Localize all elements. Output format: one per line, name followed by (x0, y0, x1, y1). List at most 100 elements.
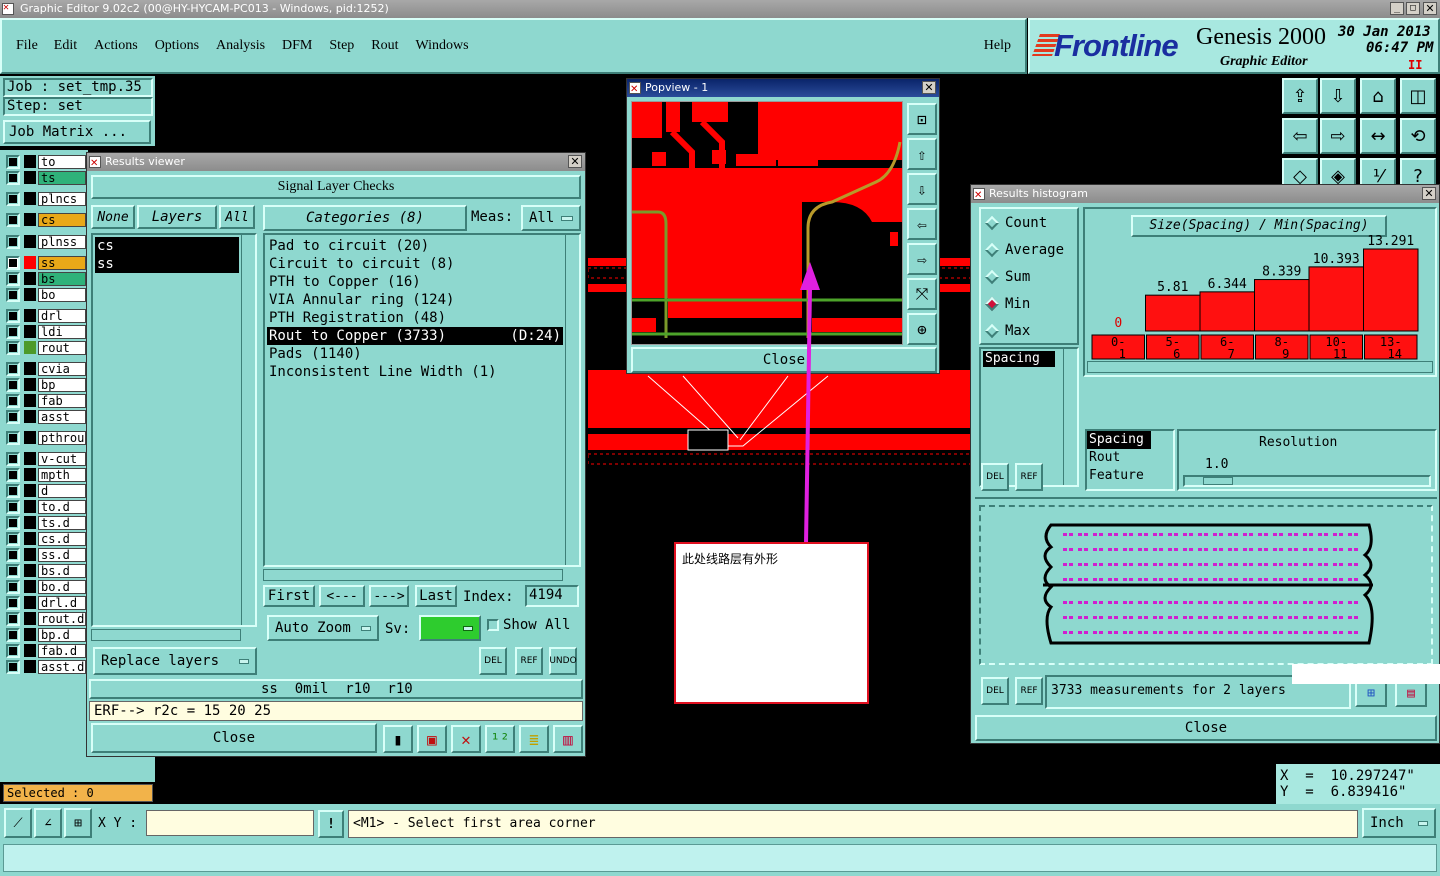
layer-row-plncs[interactable]: plncs (6, 191, 86, 206)
category-list-hscroll[interactable] (263, 569, 563, 581)
next-button[interactable]: ---> (369, 585, 409, 607)
layer-checkbox[interactable] (6, 547, 20, 562)
report-icon[interactable]: ≣ (519, 725, 549, 753)
layer-row-ss[interactable]: ss (6, 255, 86, 270)
layer-row-asst[interactable]: asst (6, 409, 86, 424)
layer-row-fab[interactable]: fab (6, 393, 86, 408)
zoom-fit-icon[interactable]: ⤧ (907, 278, 937, 310)
layer-row-ts.d[interactable]: ts.d (6, 515, 86, 530)
layer-row-bs.d[interactable]: bs.d (6, 563, 86, 578)
maximize-button[interactable]: □ (1406, 2, 1420, 15)
layer-row-rout.d[interactable]: rout.d (6, 611, 86, 626)
property-item[interactable]: Spacing (1087, 431, 1151, 449)
histogram-list-vscroll[interactable] (1063, 349, 1077, 485)
layer-row-ts[interactable]: ts (6, 170, 86, 185)
rotate-icon[interactable]: ⟲ (1400, 118, 1436, 154)
mirror-icon[interactable]: ↔ (1360, 118, 1396, 154)
layer-row-ss.d[interactable]: ss.d (6, 547, 86, 562)
histogram-ref-button-2[interactable]: REF (1015, 677, 1043, 705)
category-item[interactable]: PTH Registration (48) (267, 309, 563, 327)
histogram-bar[interactable] (1199, 291, 1255, 332)
move-left-icon[interactable]: ⇦ (1282, 118, 1318, 154)
layer-list-hscroll[interactable] (91, 629, 241, 641)
layer-row-to.d[interactable]: to.d (6, 499, 86, 514)
layer-checkbox[interactable] (6, 483, 20, 498)
app-close-button[interactable]: ✕ (1423, 2, 1437, 15)
layer-row-bs[interactable]: bs (6, 271, 86, 286)
histogram-bar[interactable] (1145, 294, 1201, 332)
histogram-icon[interactable]: ▥ (553, 725, 583, 753)
category-item[interactable]: VIA Annular ring (124) (267, 291, 563, 309)
category-item[interactable]: Rout to Copper (3733) (D:24) (267, 327, 563, 345)
layer-row-mpth[interactable]: mpth (6, 467, 86, 482)
layer-checkbox[interactable] (6, 393, 20, 408)
mode-sum-radio[interactable]: Sum (981, 263, 1077, 290)
show-all-checkbox[interactable] (487, 619, 499, 631)
display-icon[interactable]: ▮ (383, 725, 413, 753)
layer-checkbox[interactable] (6, 170, 20, 185)
mode-count-radio[interactable]: Count (981, 209, 1077, 236)
layer-checkbox[interactable] (6, 531, 20, 546)
resolution-slider-handle[interactable] (1203, 477, 1233, 485)
layer-row-cs[interactable]: cs (6, 212, 86, 227)
layer-checkbox[interactable] (6, 595, 20, 610)
grid-icon[interactable]: ⊞ (64, 808, 92, 838)
layer-checkbox[interactable] (6, 377, 20, 392)
delete-marker-icon[interactable]: ✕ (451, 725, 481, 753)
pan-up-icon[interactable]: ⇧ (907, 138, 937, 170)
first-button[interactable]: First (263, 585, 315, 607)
mode-min-radio[interactable]: Min (981, 290, 1077, 317)
histogram-list-item[interactable]: Spacing (983, 351, 1055, 367)
layer-checkbox[interactable] (6, 287, 20, 302)
move-down-icon[interactable]: ⇩ (1320, 78, 1356, 114)
property-item[interactable]: Feature (1087, 467, 1173, 485)
sv-color-select[interactable] (419, 615, 481, 641)
mode-average-radio[interactable]: Average (981, 236, 1077, 263)
layer-checkbox[interactable] (6, 409, 20, 424)
layer-row-drl.d[interactable]: drl.d (6, 595, 86, 610)
replace-layers-select[interactable]: Replace layers (93, 647, 257, 675)
layer-row-bp.d[interactable]: bp.d (6, 627, 86, 642)
results-layer-item[interactable]: ss (95, 255, 239, 273)
layer-row-bp[interactable]: bp (6, 377, 86, 392)
layer-row-d[interactable]: d (6, 483, 86, 498)
histogram-close-button[interactable]: Close (975, 715, 1437, 741)
histogram-close-x[interactable]: ✕ (1422, 187, 1436, 200)
histogram-hscroll[interactable] (1087, 361, 1433, 373)
xy-input[interactable] (146, 810, 314, 836)
menu-options[interactable]: Options (155, 38, 199, 54)
prev-button[interactable]: <--- (319, 585, 365, 607)
results-layer-list[interactable]: cs ss (91, 233, 257, 627)
property-item[interactable]: Rout (1087, 449, 1173, 467)
info-icon[interactable]: ! (318, 810, 344, 838)
layer-checkbox[interactable] (6, 515, 20, 530)
layer-checkbox[interactable] (6, 255, 20, 270)
layer-row-drl[interactable]: drl (6, 308, 86, 323)
layer-checkbox[interactable] (6, 611, 20, 626)
layer-row-ldi[interactable]: ldi (6, 324, 86, 339)
menu-analysis[interactable]: Analysis (216, 38, 265, 54)
layer-checkbox[interactable] (6, 234, 20, 249)
layer-list-vscroll[interactable] (241, 235, 255, 625)
menu-edit[interactable]: Edit (54, 38, 77, 54)
layer-row-cs.d[interactable]: cs.d (6, 531, 86, 546)
histogram-bar[interactable] (1254, 279, 1310, 332)
layer-checkbox[interactable] (6, 340, 20, 355)
layers-button[interactable]: Layers (137, 205, 217, 229)
layer-checkbox[interactable] (6, 643, 20, 658)
undo-button[interactable]: UNDO (549, 647, 577, 675)
histogram-bar[interactable] (1363, 248, 1419, 332)
layer-checkbox[interactable] (6, 563, 20, 578)
layer-row-pthrou[interactable]: pthrou (6, 430, 86, 445)
layer-checkbox[interactable] (6, 579, 20, 594)
category-item[interactable]: Circuit to circuit (8) (267, 255, 563, 273)
menu-help[interactable]: Help (984, 38, 1011, 54)
layer-checkbox[interactable] (6, 154, 20, 169)
layer-checkbox[interactable] (6, 308, 20, 323)
results-layer-item[interactable]: cs (95, 237, 239, 255)
layer-checkbox[interactable] (6, 659, 20, 674)
layer-checkbox[interactable] (6, 467, 20, 482)
menu-rout[interactable]: Rout (371, 38, 398, 54)
menu-actions[interactable]: Actions (94, 38, 138, 54)
histogram-bar[interactable] (1308, 266, 1364, 332)
